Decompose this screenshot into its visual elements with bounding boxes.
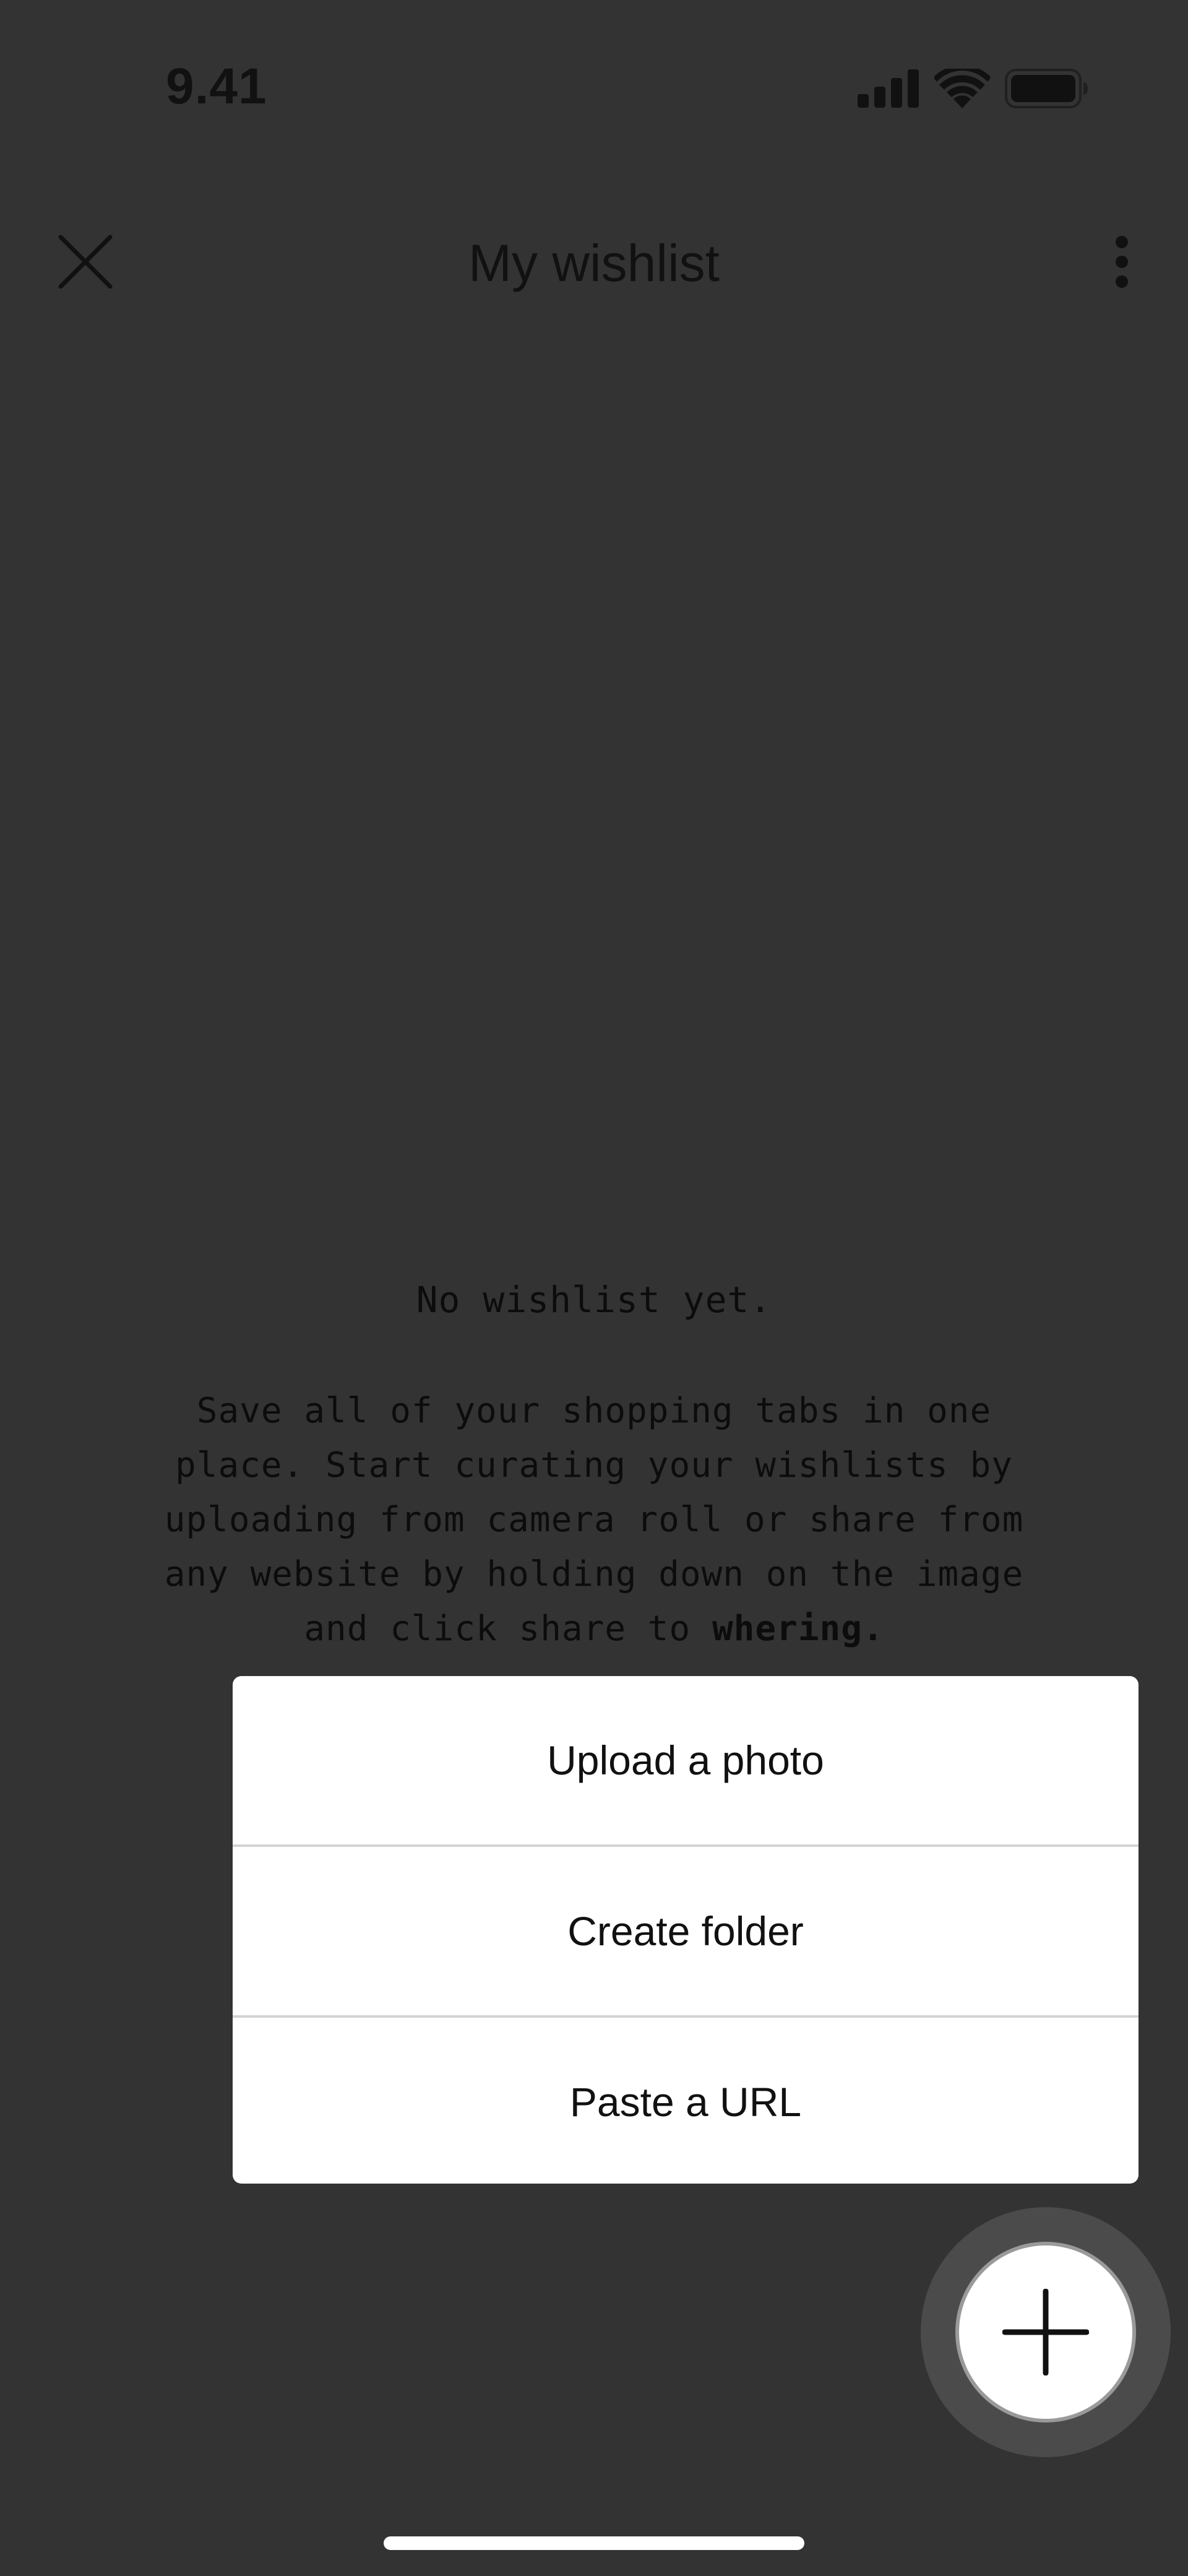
empty-state-heading: No wishlist yet. bbox=[416, 1279, 772, 1321]
battery-icon bbox=[1005, 69, 1089, 108]
cellular-signal-icon bbox=[858, 69, 919, 108]
paste-url-option[interactable]: Paste a URL bbox=[233, 2018, 1138, 2184]
plus-icon bbox=[1002, 2289, 1089, 2375]
home-indicator[interactable] bbox=[384, 2536, 804, 2550]
status-time: 9.41 bbox=[166, 58, 267, 115]
create-folder-option[interactable]: Create folder bbox=[233, 1847, 1138, 2015]
page-title: My wishlist bbox=[468, 234, 720, 292]
brand-name: whering. bbox=[712, 1609, 884, 1649]
empty-state-description: Save all of your shopping tabs in one pl… bbox=[124, 1384, 1064, 1656]
wifi-icon bbox=[934, 69, 990, 108]
empty-state-text: Save all of your shopping tabs in one pl… bbox=[164, 1391, 1024, 1649]
more-options-button[interactable] bbox=[1095, 232, 1148, 292]
status-icons bbox=[858, 68, 1089, 109]
add-fab-button[interactable] bbox=[959, 2245, 1132, 2419]
more-vertical-icon bbox=[1116, 236, 1128, 288]
upload-photo-option[interactable]: Upload a photo bbox=[233, 1676, 1138, 1844]
add-action-menu: Upload a photo Create folder Paste a URL bbox=[233, 1676, 1138, 2184]
